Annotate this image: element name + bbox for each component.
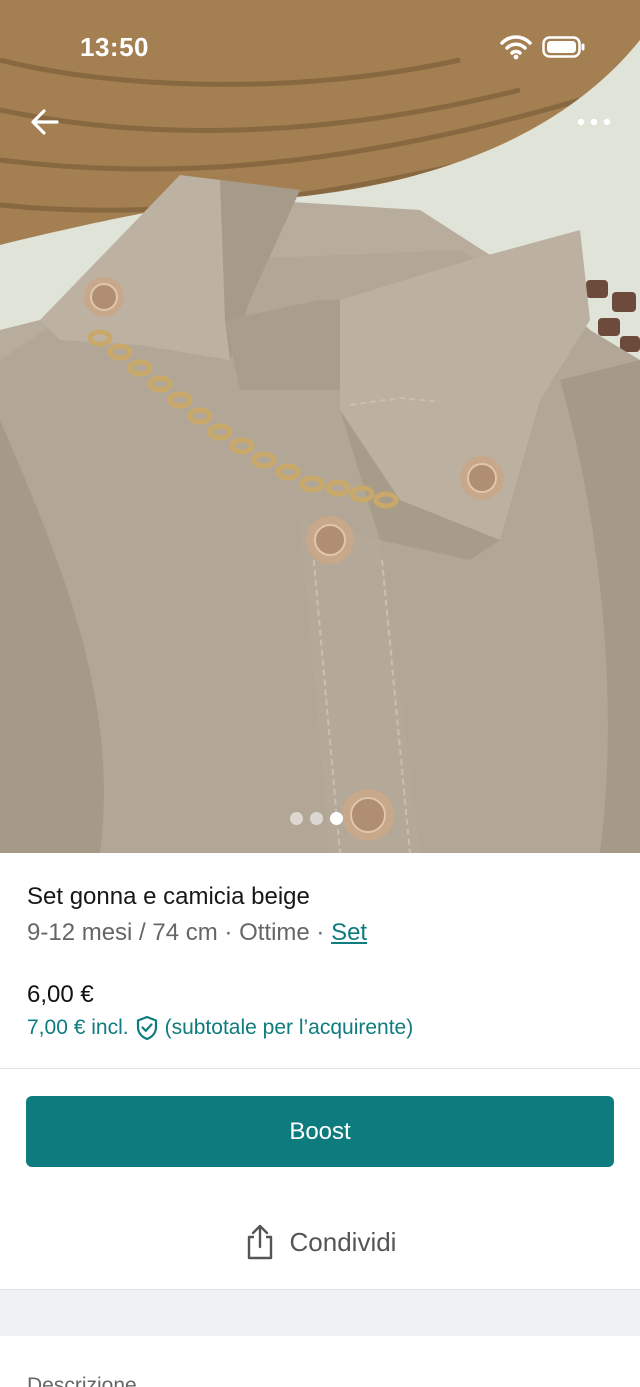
wifi-icon [500,35,532,60]
status-bar: 13:50 [0,0,640,96]
product-photo[interactable]: 13:50 [0,0,640,853]
buyer-price[interactable]: 7,00 € incl. (subtotale per l’acquirente… [27,1015,413,1041]
battery-icon [542,36,585,58]
separator: · [309,919,332,946]
share-label: Condividi [289,1226,397,1257]
share-button[interactable]: Condividi [0,1206,640,1278]
divider [0,1068,640,1069]
description-heading: Descrizione [27,1374,137,1387]
item-details: 9-12 mesi / 74 cm · Ottime · Set [27,919,367,947]
item-size: 9-12 mesi / 74 cm [27,919,218,946]
status-time: 13:50 [80,32,149,62]
boost-button[interactable]: Boost [26,1096,614,1167]
buyer-price-amount: 7,00 € incl. [27,1016,129,1039]
share-icon [247,1224,272,1260]
item-title: Set gonna e camicia beige [27,883,310,910]
category-link[interactable]: Set [331,919,367,946]
pager-dot-active[interactable] [330,812,343,825]
item-price: 6,00 € [27,981,94,1008]
item-condition: Ottime [239,919,310,946]
image-pager[interactable] [290,812,343,825]
arrow-left-icon [31,109,59,135]
back-button[interactable] [22,100,68,144]
item-info: Set gonna e camicia beige 9-12 mesi / 74… [0,853,640,1069]
buyer-price-note: (subtotale per l’acquirente) [164,1016,414,1039]
pager-dot[interactable] [310,812,323,825]
shield-check-icon [136,1015,157,1041]
section-spacer [0,1290,640,1336]
more-options-button[interactable] [568,100,620,144]
pager-dot[interactable] [290,812,303,825]
product-image [0,0,640,853]
more-horizontal-icon [577,118,611,126]
separator: · [217,919,240,946]
